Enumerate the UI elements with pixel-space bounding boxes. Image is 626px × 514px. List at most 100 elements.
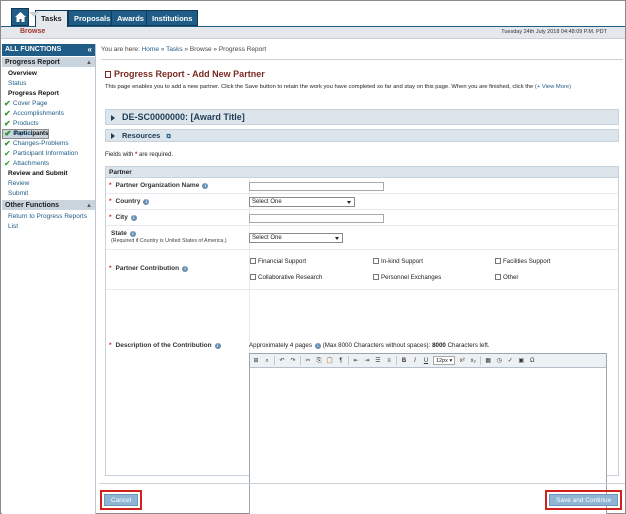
sidebar-section-other-functions[interactable]: Other Functions ▲ (2, 199, 95, 210)
expand-arrow-icon (111, 115, 115, 121)
award-title-bar[interactable]: DE-SC0000000: [Award Title] (105, 109, 619, 125)
bullet-list-icon[interactable]: ☰ (374, 357, 382, 365)
current-date: Tuesday 24th July 2018 04:48:09 P.M. PDT (501, 29, 607, 35)
indent-icon[interactable]: ⇥ (363, 357, 371, 365)
collapse-up-icon[interactable]: ▲ (86, 58, 92, 69)
breadcrumb-tasks-link[interactable]: Tasks (166, 46, 183, 53)
paste-icon[interactable]: 📋 (326, 357, 334, 365)
numbered-list-icon[interactable]: ≡ (385, 357, 393, 365)
superscript-icon[interactable]: x² (458, 357, 466, 365)
italic-icon[interactable]: I (411, 357, 419, 365)
source-icon[interactable]: ⊞ (252, 357, 260, 365)
sidebar-item-accomplishments[interactable]: ✔ Accomplishments (2, 109, 95, 119)
sidebar-item-submit[interactable]: Submit (2, 189, 95, 199)
sidebar-item-attachments[interactable]: ✔ Attachments (2, 159, 95, 169)
collapse-icon[interactable]: « (88, 44, 92, 56)
subscript-icon[interactable]: x₂ (469, 357, 477, 365)
special-character-icon[interactable]: Ω (528, 357, 536, 365)
clock-icon[interactable]: ◷ (495, 357, 503, 365)
characters-left-count: 8000 (432, 342, 446, 349)
bold-icon[interactable]: B (400, 357, 408, 365)
breadcrumb-browse: Browse (189, 46, 212, 53)
description-label: * Description of the Contribution i (109, 342, 221, 349)
find-icon[interactable]: ⌕ (263, 357, 271, 365)
editor-toolbar: ⊞ ⌕ ↶ ↷ ✂ ⎘ 📋 ¶ ⇤ ⇥ ☰ ≡ B I U 12px ▾ x² … (250, 354, 606, 368)
checkbox-financial-support[interactable]: Financial Support (250, 258, 306, 265)
award-title: DE-SC0000000: [Award Title] (122, 112, 245, 122)
page-title-text: Progress Report - Add New Partner (114, 69, 265, 79)
contribution-row: * Partner Contribution i Financial Support… (106, 250, 618, 290)
font-size-select[interactable]: 12px ▾ (433, 356, 456, 365)
chevron-down-icon (335, 237, 339, 240)
org-name-input[interactable] (249, 182, 384, 191)
state-row: State i (Required if Country is United Sta… (106, 226, 618, 250)
tab-tasks[interactable]: Tasks (35, 10, 68, 27)
info-icon[interactable]: i (129, 231, 136, 237)
chevron-down-icon (347, 201, 351, 204)
sidebar-item-changes-problems[interactable]: ✔ Changes-Problems (2, 139, 95, 149)
country-select[interactable]: Select One (249, 197, 355, 207)
city-row: * City i (106, 210, 618, 226)
spellcheck-icon[interactable]: ✓ (506, 357, 514, 365)
tab-proposals[interactable]: Proposals (68, 10, 117, 26)
sidebar-item-participant-information[interactable]: ✔ Participant Information (2, 149, 95, 159)
sidebar-item-status[interactable]: Status (2, 79, 95, 89)
image-icon[interactable]: ▣ (517, 357, 525, 365)
checkbox-other[interactable]: Other (495, 274, 518, 281)
cancel-button[interactable]: Cancel (104, 494, 139, 506)
paragraph-icon[interactable]: ¶ (337, 357, 345, 365)
underline-icon[interactable]: U (422, 357, 430, 365)
sidebar-header: ALL FUNCTIONS « (2, 44, 95, 56)
state-select[interactable]: Select One (249, 233, 343, 243)
collapse-up-icon[interactable]: ▲ (86, 201, 92, 212)
outdent-icon[interactable]: ⇤ (352, 357, 360, 365)
sidebar-section-label: Progress Report (5, 59, 60, 66)
sidebar-section-progress-report[interactable]: Progress Report ▲ (2, 56, 95, 67)
sidebar-item-label: Accomplishments (13, 110, 64, 117)
table-icon[interactable]: ▦ (484, 357, 492, 365)
page: Tasks Proposals Awards Institutions Brow… (0, 0, 626, 514)
copy-icon[interactable]: ⎘ (315, 357, 323, 365)
info-icon[interactable]: i (182, 266, 189, 272)
save-and-continue-button[interactable]: Save and Continue (549, 494, 619, 506)
info-icon[interactable]: i (143, 199, 150, 205)
breadcrumb-prefix: You are here: (101, 46, 140, 53)
page-intro: This page enables you to add a new partn… (105, 84, 619, 90)
breadcrumb-home-link[interactable]: Home (142, 46, 159, 53)
checkbox-in-kind-support[interactable]: In-kind Support (373, 258, 423, 265)
sidebar-item-label: Impact (13, 130, 33, 137)
sidebar-item-review-and-submit: Review and Submit (8, 170, 68, 177)
checkbox-facilities-support[interactable]: Facilities Support (495, 258, 550, 265)
home-button[interactable] (11, 8, 29, 26)
org-name-row: * Partner Organization Name i (106, 178, 618, 194)
check-icon: ✔ (4, 99, 11, 108)
resources-label: Resources (122, 131, 161, 140)
view-more-link[interactable]: (+ View More) (535, 84, 571, 90)
cut-icon[interactable]: ✂ (304, 357, 312, 365)
sub-tab-browse[interactable]: Browse (20, 28, 45, 35)
city-input[interactable] (249, 214, 384, 223)
checkbox-icon (373, 258, 379, 264)
info-icon[interactable]: i (130, 215, 137, 221)
info-icon[interactable]: i (214, 343, 221, 349)
sidebar-item-cover-page[interactable]: ✔ Cover Page (2, 99, 95, 109)
checkbox-personnel-exchanges[interactable]: Personnel Exchanges (373, 274, 441, 281)
footer-divider (99, 483, 625, 484)
checkbox-collaborative-research[interactable]: Collaborative Research (250, 274, 322, 281)
redo-icon[interactable]: ↷ (289, 357, 297, 365)
info-icon[interactable]: i (202, 183, 209, 189)
resources-bar[interactable]: Resources ⧉ (105, 129, 619, 142)
tab-awards[interactable]: Awards (111, 10, 150, 26)
sidebar-item-label: Cover Page (13, 100, 48, 107)
external-link-icon[interactable]: ⧉ (166, 134, 170, 140)
sidebar-item-impact[interactable]: ✔ Impact (2, 129, 95, 139)
undo-icon[interactable]: ↶ (278, 357, 286, 365)
state-select-value: Select One (252, 235, 282, 241)
sidebar-item-return-to-progress-reports[interactable]: Return to Progress Reports List (2, 212, 95, 232)
tab-institutions[interactable]: Institutions (146, 10, 199, 26)
sidebar-item-label: Attachments (13, 160, 50, 167)
divider (101, 59, 623, 60)
sidebar-item-products[interactable]: ✔ Products (2, 119, 95, 129)
sidebar-item-review[interactable]: Review (2, 179, 95, 189)
info-icon[interactable]: i (314, 343, 321, 349)
